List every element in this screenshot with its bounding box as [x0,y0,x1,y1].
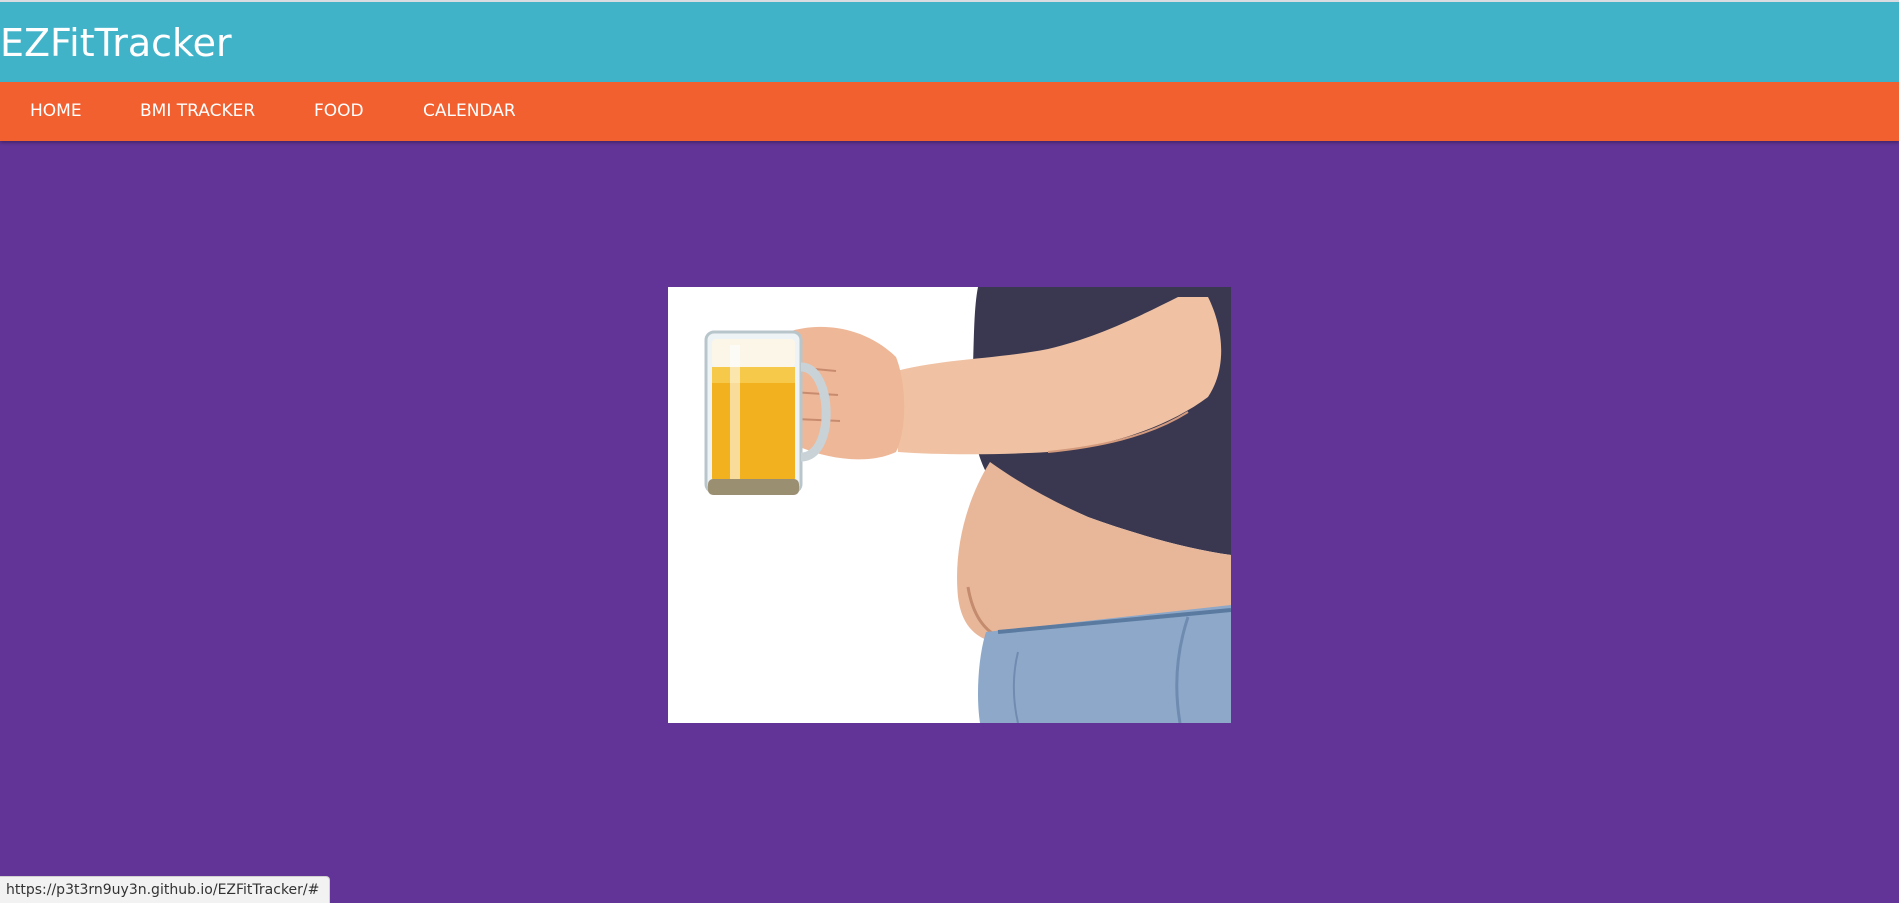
site-logo-title[interactable]: EZFitTracker [0,20,232,66]
main-nav: HOME BMI TRACKER FOOD CALENDAR [0,82,1899,141]
nav-item-home[interactable]: HOME [30,82,82,141]
status-bar-url: https://p3t3rn9uy3n.github.io/EZFitTrack… [0,876,331,903]
site-header: EZFitTracker [0,2,1899,82]
hero-image [668,287,1231,723]
nav-item-food[interactable]: FOOD [314,82,364,141]
nav-item-bmi-tracker[interactable]: BMI TRACKER [140,82,255,141]
nav-item-calendar[interactable]: CALENDAR [423,82,516,141]
beer-belly-photo-icon [668,287,1231,723]
